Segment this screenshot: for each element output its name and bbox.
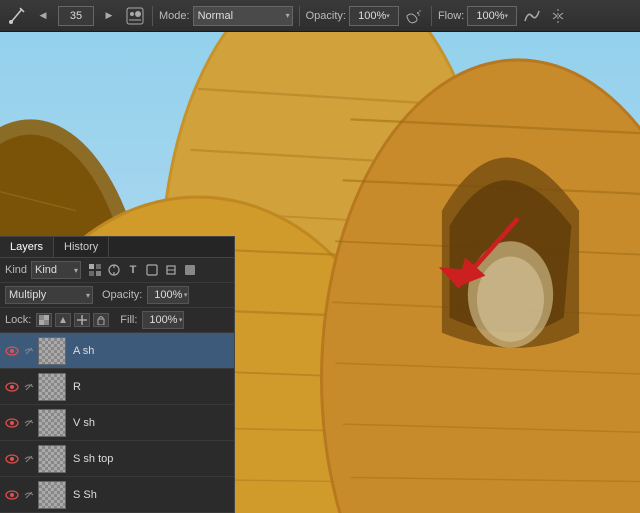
opacity-group: Opacity: 100% ▾ — [306, 6, 399, 26]
brush-size-right-icon[interactable]: ▶ — [98, 5, 120, 27]
mode-label: Mode: — [159, 10, 190, 22]
kind-icon-pixel[interactable] — [87, 262, 103, 278]
layer-visibility-icon[interactable] — [4, 487, 20, 503]
lock-label: Lock: — [5, 314, 31, 326]
layer-link-icon — [23, 345, 35, 357]
opacity-value[interactable]: 100% ▾ — [349, 6, 399, 26]
opacity-label: Opacity: — [306, 10, 346, 22]
brush-size-left-icon[interactable]: ◀ — [32, 5, 54, 27]
layer-visibility-icon[interactable] — [4, 415, 20, 431]
lock-row: Lock: Fill: ▾ — [0, 308, 234, 333]
layer-link-icon — [23, 381, 35, 393]
kind-select-wrap[interactable]: Kind Name Effect Mode ▾ — [31, 261, 81, 279]
mode-group: Mode: Normal Multiply Screen Overlay ▾ — [159, 6, 293, 26]
flow-value[interactable]: 100% ▾ — [467, 6, 517, 26]
kind-icons: T — [87, 262, 198, 278]
layer-link-icon — [23, 417, 35, 429]
fill-wrap[interactable]: ▾ — [142, 311, 184, 329]
kind-row: Kind Kind Name Effect Mode ▾ — [0, 258, 234, 283]
layer-link-icon — [23, 453, 35, 465]
layer-name: S Sh — [69, 489, 230, 501]
layer-visibility-icon[interactable] — [4, 451, 20, 467]
layer-row[interactable]: S sh top — [0, 441, 234, 477]
separator-2 — [299, 6, 300, 26]
blend-select-wrap[interactable]: Multiply Normal Screen Overlay ▾ — [5, 286, 93, 304]
lock-transparent-icon[interactable] — [36, 313, 52, 327]
layer-link-icon — [23, 489, 35, 501]
layer-opacity-label: Opacity: — [102, 289, 142, 301]
fill-input[interactable] — [142, 311, 184, 329]
kind-icon-type[interactable]: T — [125, 262, 141, 278]
layer-opacity-wrap[interactable]: ▾ — [147, 286, 189, 304]
layer-name: S sh top — [69, 453, 230, 465]
main-area: Layers History Kind Kind Name Effect Mod… — [0, 32, 640, 513]
kind-icon-adjustment[interactable] — [106, 262, 122, 278]
flow-group: Flow: 100% ▾ — [438, 6, 517, 26]
kind-icon-color[interactable] — [182, 262, 198, 278]
tab-history[interactable]: History — [54, 237, 109, 257]
flow-label: Flow: — [438, 10, 464, 22]
separator-3 — [431, 6, 432, 26]
layer-thumbnail — [38, 445, 66, 473]
brush-size-box[interactable]: 35 — [58, 6, 94, 26]
layer-row[interactable]: S Sh — [0, 477, 234, 513]
fill-label: Fill: — [120, 314, 137, 326]
layer-name: R — [69, 381, 230, 393]
layer-thumbnail — [38, 373, 66, 401]
separator-1 — [152, 6, 153, 26]
layer-thumbnail — [38, 409, 66, 437]
layer-row[interactable]: A sh — [0, 333, 234, 369]
smoothing-icon[interactable] — [521, 5, 543, 27]
kind-icon-shape[interactable] — [144, 262, 160, 278]
symmetry-icon[interactable] — [547, 5, 569, 27]
brush-preset-icon[interactable] — [124, 5, 146, 27]
lock-all-icon[interactable] — [93, 313, 109, 327]
layer-thumbnail — [38, 337, 66, 365]
lock-position-icon[interactable] — [74, 313, 90, 327]
layer-row[interactable]: V sh — [0, 405, 234, 441]
layer-list: A sh R — [0, 333, 234, 513]
layer-name: A sh — [69, 345, 230, 357]
layer-thumbnail — [38, 481, 66, 509]
layer-visibility-icon[interactable] — [4, 343, 20, 359]
toolbar: ◀ 35 ▶ Mode: Normal Multiply Screen Over… — [0, 0, 640, 32]
mode-select[interactable]: Normal Multiply Screen Overlay — [193, 6, 293, 26]
blend-row: Multiply Normal Screen Overlay ▾ Opacity… — [0, 283, 234, 308]
kind-select[interactable]: Kind Name Effect Mode — [31, 261, 81, 279]
lock-icons — [36, 313, 109, 327]
layer-opacity-input[interactable] — [147, 286, 189, 304]
layer-name: V sh — [69, 417, 230, 429]
layer-visibility-icon[interactable] — [4, 379, 20, 395]
kind-label: Kind — [5, 264, 27, 276]
tab-layers[interactable]: Layers — [0, 237, 54, 257]
layers-panel: Layers History Kind Kind Name Effect Mod… — [0, 236, 235, 513]
brush-tool-icon[interactable] — [6, 5, 28, 27]
blend-select[interactable]: Multiply Normal Screen Overlay — [5, 286, 93, 304]
lock-pixels-icon[interactable] — [55, 313, 71, 327]
kind-icon-smart[interactable] — [163, 262, 179, 278]
mode-select-wrap[interactable]: Normal Multiply Screen Overlay ▾ — [193, 6, 293, 26]
panel-tabs: Layers History — [0, 237, 234, 258]
layer-row[interactable]: R — [0, 369, 234, 405]
airbrush-icon[interactable] — [403, 5, 425, 27]
